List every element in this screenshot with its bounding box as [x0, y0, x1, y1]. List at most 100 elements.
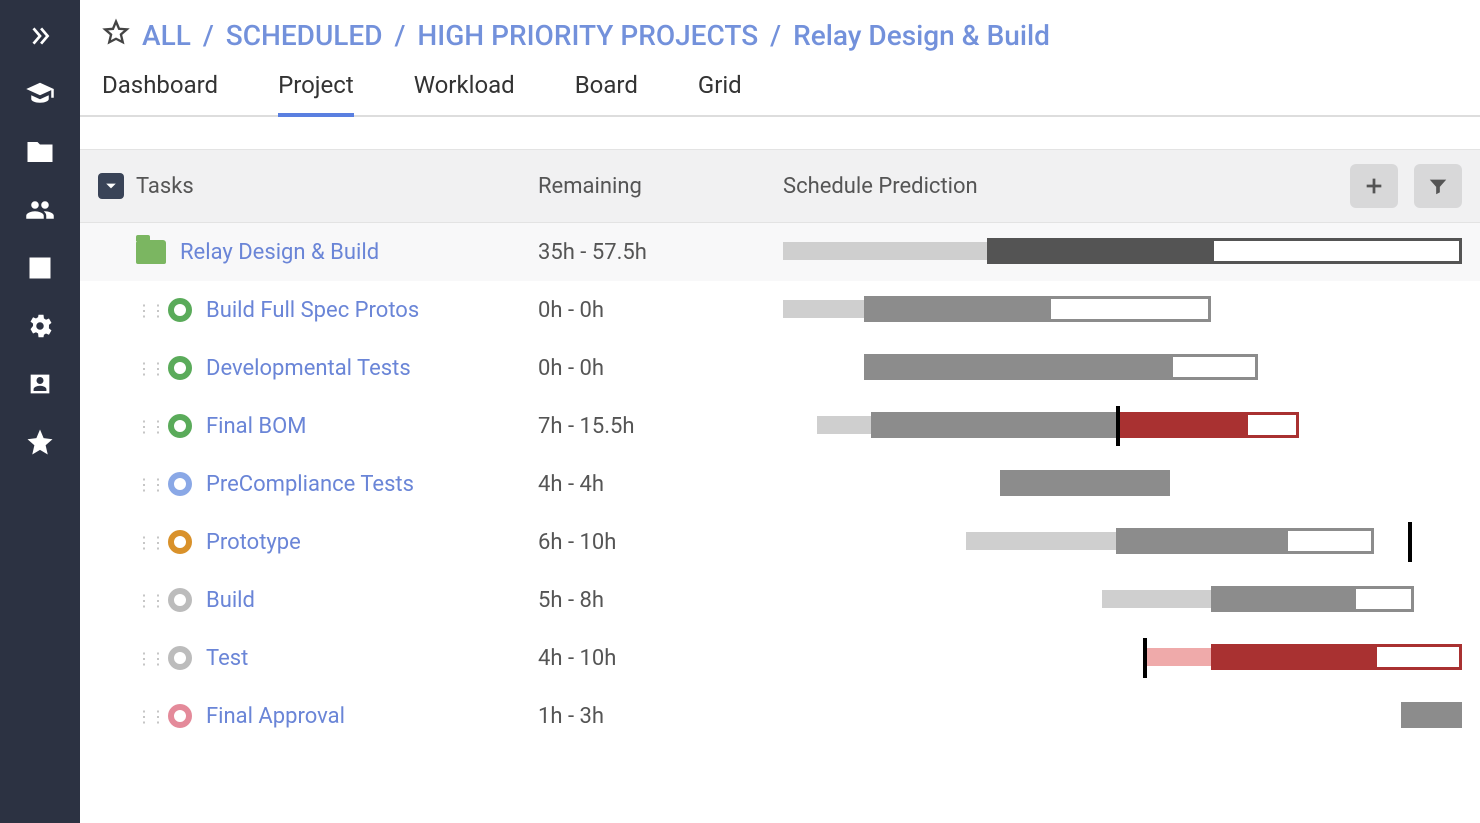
drag-handle-icon[interactable]: ⋮⋮: [136, 417, 154, 436]
col-tasks-label: Tasks: [136, 174, 194, 199]
remaining-value: 5h - 8h: [538, 588, 783, 613]
remaining-value: 0h - 0h: [538, 298, 783, 323]
breadcrumb-current[interactable]: Relay Design & Build: [793, 19, 1050, 52]
favorite-star-icon[interactable]: [102, 18, 130, 53]
favorites-icon[interactable]: [24, 426, 56, 458]
gantt-segment[interactable]: [783, 242, 987, 260]
drag-handle-icon[interactable]: ⋮⋮: [136, 359, 154, 378]
tab-dashboard[interactable]: Dashboard: [102, 71, 218, 115]
task-row: ⋮⋮ PreCompliance Tests 4h - 4h: [80, 455, 1480, 513]
task-row: ⋮⋮ Developmental Tests 0h - 0h: [80, 339, 1480, 397]
sidebar: [0, 0, 80, 823]
gantt-segment[interactable]: [1285, 528, 1373, 554]
filter-button[interactable]: [1414, 164, 1462, 208]
status-dot[interactable]: [168, 704, 192, 728]
expand-sidebar-icon[interactable]: [24, 20, 56, 52]
schedule-bar: [783, 354, 1462, 382]
remaining-value: 0h - 0h: [538, 356, 783, 381]
task-name[interactable]: Final Approval: [206, 704, 345, 729]
view-tabs: Dashboard Project Workload Board Grid: [80, 61, 1480, 117]
tab-grid[interactable]: Grid: [698, 71, 742, 115]
team-icon[interactable]: [24, 194, 56, 226]
breadcrumb-high-priority[interactable]: HIGH PRIORITY PROJECTS: [417, 19, 758, 52]
gantt-segment[interactable]: [1170, 354, 1258, 380]
status-dot[interactable]: [168, 298, 192, 322]
gantt-segment[interactable]: [783, 300, 864, 318]
task-row: ⋮⋮ Build Full Spec Protos 0h - 0h: [80, 281, 1480, 339]
folder-icon: [136, 240, 166, 264]
task-name[interactable]: PreCompliance Tests: [206, 472, 414, 497]
reports-icon[interactable]: [24, 252, 56, 284]
status-dot[interactable]: [168, 472, 192, 496]
gantt-segment[interactable]: [1211, 238, 1462, 264]
projects-icon[interactable]: [24, 136, 56, 168]
schedule-bar: [783, 412, 1462, 440]
gantt-segment[interactable]: [1116, 528, 1286, 554]
drag-handle-icon[interactable]: ⋮⋮: [136, 591, 154, 610]
task-name[interactable]: Relay Design & Build: [180, 240, 379, 265]
col-remaining-label: Remaining: [538, 174, 783, 199]
drag-handle-icon[interactable]: ⋮⋮: [136, 475, 154, 494]
remaining-value: 35h - 57.5h: [538, 240, 783, 265]
drag-handle-icon[interactable]: ⋮⋮: [136, 649, 154, 668]
task-name[interactable]: Prototype: [206, 530, 301, 555]
breadcrumb-all[interactable]: ALL: [142, 19, 191, 52]
task-name[interactable]: Final BOM: [206, 414, 306, 439]
status-dot[interactable]: [168, 414, 192, 438]
gantt-segment[interactable]: [871, 412, 1115, 438]
deadline-marker: [1143, 638, 1147, 678]
learn-icon[interactable]: [24, 78, 56, 110]
task-row: Relay Design & Build 35h - 57.5h: [80, 223, 1480, 281]
drag-handle-icon[interactable]: ⋮⋮: [136, 707, 154, 726]
tab-workload[interactable]: Workload: [414, 71, 515, 115]
profile-icon[interactable]: [24, 368, 56, 400]
grid-header: Tasks Remaining Schedule Prediction: [80, 149, 1480, 223]
schedule-bar: [783, 296, 1462, 324]
gantt-segment[interactable]: [1374, 644, 1462, 670]
breadcrumb: ALL / SCHEDULED / HIGH PRIORITY PROJECTS…: [80, 0, 1480, 61]
drag-handle-icon[interactable]: ⋮⋮: [136, 533, 154, 552]
task-rows: Relay Design & Build 35h - 57.5h ⋮⋮ Build F…: [80, 223, 1480, 745]
tab-project[interactable]: Project: [278, 71, 354, 117]
gantt-segment[interactable]: [1401, 702, 1462, 728]
gantt-segment[interactable]: [864, 354, 1170, 380]
schedule-bar: [783, 586, 1462, 614]
remaining-value: 4h - 4h: [538, 472, 783, 497]
gantt-segment[interactable]: [1048, 296, 1211, 322]
gantt-segment[interactable]: [1211, 644, 1374, 670]
breadcrumb-scheduled[interactable]: SCHEDULED: [226, 19, 383, 52]
gantt-segment[interactable]: [864, 296, 1047, 322]
task-row: ⋮⋮ Final Approval 1h - 3h: [80, 687, 1480, 745]
add-task-button[interactable]: [1350, 164, 1398, 208]
schedule-bar: [783, 528, 1462, 556]
status-dot[interactable]: [168, 530, 192, 554]
task-name[interactable]: Developmental Tests: [206, 356, 411, 381]
gantt-segment[interactable]: [817, 416, 871, 434]
task-name[interactable]: Build Full Spec Protos: [206, 298, 419, 323]
task-name[interactable]: Build: [206, 588, 255, 613]
gantt-segment[interactable]: [1353, 586, 1414, 612]
remaining-value: 6h - 10h: [538, 530, 783, 555]
settings-icon[interactable]: [24, 310, 56, 342]
remaining-value: 1h - 3h: [538, 704, 783, 729]
status-dot[interactable]: [168, 356, 192, 380]
collapse-toggle[interactable]: [98, 173, 124, 199]
gantt-segment[interactable]: [1102, 590, 1211, 608]
gantt-segment[interactable]: [1211, 586, 1354, 612]
task-name[interactable]: Test: [206, 646, 248, 671]
col-schedule-label: Schedule Prediction: [783, 174, 1350, 199]
gantt-segment[interactable]: [987, 238, 1211, 264]
remaining-value: 7h - 15.5h: [538, 414, 783, 439]
gantt-segment[interactable]: [966, 532, 1115, 550]
schedule-bar: [783, 644, 1462, 672]
drag-handle-icon[interactable]: ⋮⋮: [136, 301, 154, 320]
gantt-segment[interactable]: [1000, 470, 1170, 496]
schedule-bar: [783, 470, 1462, 498]
schedule-bar: [783, 238, 1462, 266]
status-dot[interactable]: [168, 588, 192, 612]
status-dot[interactable]: [168, 646, 192, 670]
gantt-segment[interactable]: [1116, 412, 1245, 438]
gantt-segment[interactable]: [1143, 648, 1211, 666]
tab-board[interactable]: Board: [575, 71, 638, 115]
gantt-segment[interactable]: [1245, 412, 1299, 438]
